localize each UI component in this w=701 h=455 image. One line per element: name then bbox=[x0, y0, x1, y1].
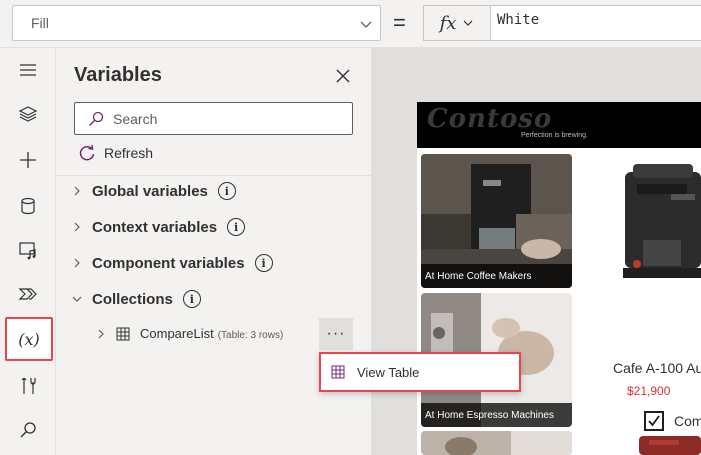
info-icon[interactable]: i bbox=[227, 218, 246, 236]
section-label: Global variables bbox=[92, 182, 208, 200]
product-name: Cafe A-100 Au bbox=[613, 360, 701, 376]
checkmark-icon bbox=[648, 415, 660, 427]
variables-icon[interactable]: (x) bbox=[5, 317, 53, 361]
compare-checkbox[interactable]: Com bbox=[644, 411, 701, 431]
view-table-label: View Table bbox=[357, 364, 420, 380]
search-placeholder: Search bbox=[113, 110, 158, 127]
chevron-right-icon bbox=[74, 258, 80, 268]
espresso-machine-image bbox=[639, 436, 701, 455]
collection-meta: (Table: 3 rows) bbox=[217, 330, 284, 341]
close-icon[interactable] bbox=[332, 65, 354, 87]
power-apps-studio: Fill = fx White (x) Variables Search Ref… bbox=[0, 0, 701, 455]
app-header: Contoso Perfection is brewing. bbox=[417, 102, 701, 148]
view-table-menu-item[interactable]: View Table bbox=[319, 352, 521, 392]
collection-item-comparelist[interactable]: CompareList (Table: 3 rows) bbox=[96, 326, 283, 341]
search-icon[interactable] bbox=[12, 414, 44, 446]
chevron-right-icon bbox=[74, 186, 80, 196]
section-component-variables[interactable]: Component variables i bbox=[72, 254, 273, 272]
left-rail: (x) bbox=[0, 48, 56, 455]
info-icon[interactable]: i bbox=[182, 290, 201, 308]
contoso-logo: Contoso bbox=[427, 104, 553, 134]
tools-icon[interactable] bbox=[12, 370, 44, 402]
search-icon bbox=[89, 111, 104, 126]
checkbox[interactable] bbox=[644, 411, 664, 431]
more-options-button[interactable]: ··· bbox=[319, 318, 353, 350]
table-icon bbox=[331, 365, 345, 379]
info-icon[interactable]: i bbox=[254, 254, 273, 272]
chevron-right-icon bbox=[98, 329, 104, 338]
variables-panel: Variables Search Refresh Global variable… bbox=[56, 48, 372, 455]
variables-label: (x) bbox=[18, 329, 40, 349]
tile-label: At Home Coffee Makers bbox=[421, 264, 572, 288]
property-dropdown[interactable]: Fill bbox=[12, 5, 381, 41]
refresh-button[interactable]: Refresh bbox=[78, 144, 153, 162]
power-automate-icon[interactable] bbox=[12, 278, 44, 310]
refresh-label: Refresh bbox=[104, 145, 154, 161]
app-canvas: Contoso Perfection is brewing. At Home C… bbox=[372, 48, 701, 455]
fx-label: fx bbox=[439, 12, 457, 34]
chevron-right-icon bbox=[74, 222, 80, 232]
info-icon[interactable]: i bbox=[217, 182, 236, 200]
app-screen: Contoso Perfection is brewing. At Home C… bbox=[417, 102, 701, 455]
table-icon bbox=[116, 327, 130, 340]
hamburger-menu-icon[interactable] bbox=[12, 54, 44, 86]
fx-button[interactable]: fx bbox=[423, 5, 491, 41]
section-context-variables[interactable]: Context variables i bbox=[72, 218, 246, 236]
compare-label: Com bbox=[674, 413, 701, 429]
section-label: Component variables bbox=[92, 254, 245, 272]
divider bbox=[56, 175, 372, 176]
formula-bar: Fill = fx White bbox=[0, 0, 701, 48]
refresh-icon bbox=[79, 144, 95, 161]
section-label: Context variables bbox=[92, 218, 218, 236]
tile-label: At Home Espresso Machines bbox=[421, 403, 572, 427]
collection-name: CompareList bbox=[140, 326, 214, 341]
product-photo bbox=[421, 431, 572, 455]
category-tile[interactable] bbox=[421, 431, 572, 455]
chevron-down-icon bbox=[463, 20, 473, 26]
search-input[interactable]: Search bbox=[74, 102, 353, 135]
formula-input[interactable]: White bbox=[490, 5, 701, 41]
section-collections[interactable]: Collections i bbox=[72, 290, 201, 308]
media-icon[interactable] bbox=[12, 234, 44, 266]
layers-icon[interactable] bbox=[12, 98, 44, 130]
database-icon[interactable] bbox=[12, 190, 44, 222]
section-global-variables[interactable]: Global variables i bbox=[72, 182, 236, 200]
plus-icon[interactable] bbox=[12, 144, 44, 176]
tagline: Perfection is brewing. bbox=[521, 132, 588, 139]
product-price: $21,900 bbox=[627, 384, 671, 398]
chevron-down-icon bbox=[360, 21, 372, 28]
property-value: Fill bbox=[31, 15, 49, 31]
section-label: Collections bbox=[92, 290, 173, 308]
category-tile[interactable]: At Home Coffee Makers bbox=[421, 154, 572, 288]
equals-sign: = bbox=[393, 10, 406, 35]
panel-title: Variables bbox=[74, 64, 162, 86]
espresso-machine-image bbox=[623, 164, 701, 278]
chevron-down-icon bbox=[72, 296, 82, 302]
